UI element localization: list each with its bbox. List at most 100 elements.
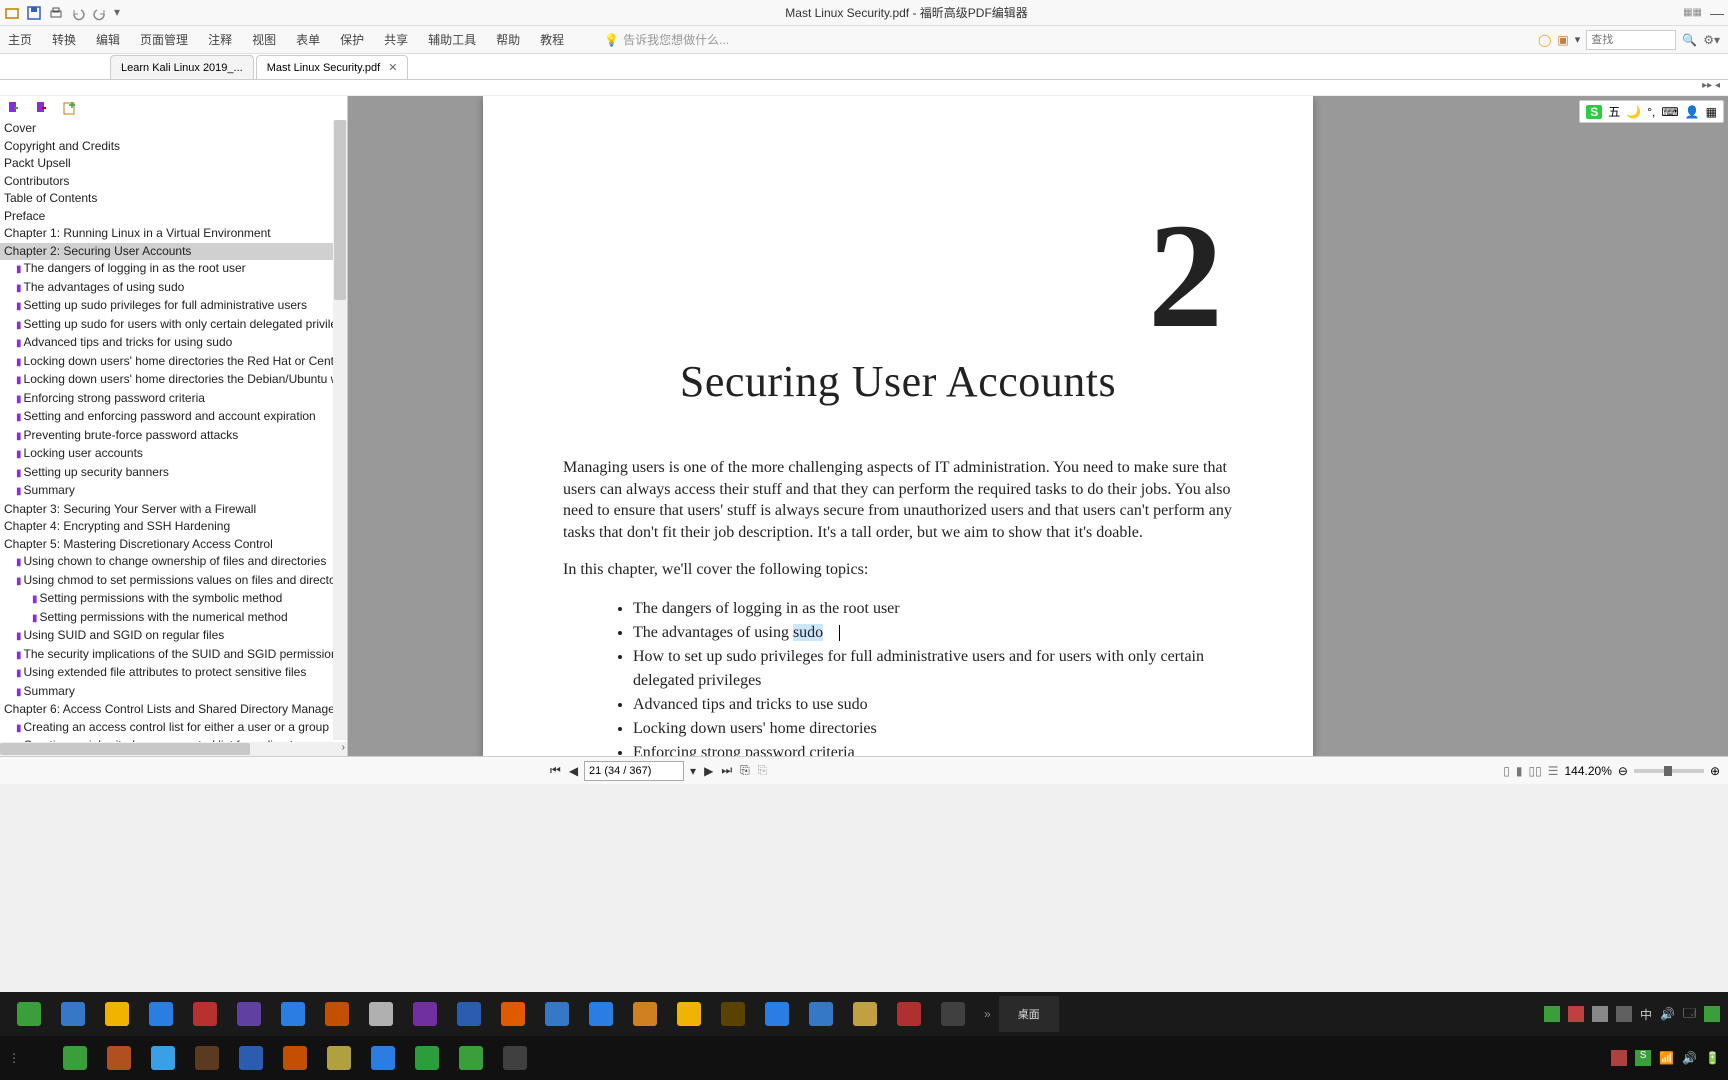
taskbar-app[interactable]	[494, 1040, 536, 1076]
bookmark-item[interactable]: ▮Using extended file attributes to prote…	[0, 664, 347, 683]
grid-icon[interactable]: ▦	[1706, 105, 1717, 119]
menu-protect[interactable]: 保护	[340, 31, 364, 48]
bookmark-item[interactable]: Chapter 6: Access Control Lists and Shar…	[0, 701, 347, 719]
view-continuous-icon[interactable]: ▮	[1516, 764, 1523, 778]
taskbar-app[interactable]	[318, 1040, 360, 1076]
menu-pages[interactable]: 页面管理	[140, 31, 188, 48]
taskbar-app[interactable]	[624, 996, 666, 1032]
input-method-icon[interactable]: 中	[1640, 1006, 1652, 1023]
bookmark-item[interactable]: Packt Upsell	[0, 155, 347, 173]
document-viewer[interactable]: 2 Securing User Accounts Managing users …	[348, 96, 1728, 756]
taskbar-app[interactable]	[140, 996, 182, 1032]
close-icon[interactable]: ✕	[388, 61, 397, 74]
undo-icon[interactable]	[70, 5, 86, 21]
bookmark-item[interactable]: Cover	[0, 120, 347, 138]
print-icon[interactable]	[48, 5, 64, 21]
menu-comment[interactable]: 注释	[208, 31, 232, 48]
panel-collapse[interactable]: ▸▸ ◂	[0, 80, 1728, 96]
bookmark-item[interactable]: Chapter 4: Encrypting and SSH Hardening	[0, 518, 347, 536]
prev-page-icon[interactable]: ◀	[567, 764, 580, 778]
bookmark-item[interactable]: ▮Setting up security banners	[0, 464, 347, 483]
taskbar-app[interactable]	[142, 1040, 184, 1076]
page-dropdown-icon[interactable]: ▾	[688, 764, 698, 778]
taskbar-app[interactable]	[52, 996, 94, 1032]
vscroll-thumb[interactable]	[334, 120, 346, 300]
ime-punct-icon[interactable]: °,	[1647, 105, 1655, 119]
taskbar-app[interactable]	[756, 996, 798, 1032]
zoom-out-icon[interactable]: ⊖	[1618, 764, 1628, 778]
share-icon[interactable]: ▣	[1557, 33, 1568, 47]
menu-accessibility[interactable]: 辅助工具	[428, 31, 476, 48]
bookmark-item[interactable]: ▮The dangers of logging in as the root u…	[0, 260, 347, 279]
bookmark-item[interactable]: ▮Locking down users' home directories th…	[0, 371, 347, 390]
next-page-icon[interactable]: ▶	[702, 764, 715, 778]
bookmark-item[interactable]: Preface	[0, 208, 347, 226]
menu-view[interactable]: 视图	[252, 31, 276, 48]
bookmark-item[interactable]: ▮Summary	[0, 482, 347, 501]
taskbar-app[interactable]	[184, 996, 226, 1032]
menu-home[interactable]: 主页	[8, 31, 32, 48]
taskbar-app[interactable]	[274, 1040, 316, 1076]
taskbar-app[interactable]	[536, 996, 578, 1032]
battery-icon[interactable]: 🔋	[1705, 1051, 1720, 1065]
taskbar-app[interactable]	[8, 996, 50, 1032]
taskbar-app[interactable]	[844, 996, 886, 1032]
taskbar-app[interactable]	[98, 1040, 140, 1076]
bookmark-item[interactable]: ▮Using chown to change ownership of file…	[0, 553, 347, 572]
last-page-icon[interactable]: ⏭	[719, 763, 734, 778]
sidebar-vscrollbar[interactable]	[333, 120, 347, 740]
taskbar-app[interactable]	[186, 1040, 228, 1076]
taskbar-app[interactable]	[450, 1040, 492, 1076]
grid-icon[interactable]: ▦▦	[1683, 7, 1702, 18]
collapse-bookmark-icon[interactable]	[34, 100, 50, 116]
new-bookmark-icon[interactable]	[62, 100, 78, 116]
search-icon[interactable]: 🔍	[1682, 33, 1697, 47]
tray-icon[interactable]	[1704, 1006, 1720, 1022]
taskbar-app[interactable]	[316, 996, 358, 1032]
bookmark-item[interactable]: ▮The security implications of the SUID a…	[0, 646, 347, 665]
page-number-input[interactable]	[584, 761, 684, 781]
network-icon[interactable]: 📶	[1659, 1051, 1674, 1065]
tray-icon[interactable]	[1568, 1006, 1584, 1022]
taskbar-app[interactable]	[712, 996, 754, 1032]
bookmark-item[interactable]: Chapter 5: Mastering Discretionary Acces…	[0, 536, 347, 554]
menu-edit[interactable]: 编辑	[96, 31, 120, 48]
hscroll-thumb[interactable]	[0, 743, 250, 755]
tray-icon[interactable]	[1611, 1050, 1627, 1066]
taskbar-app[interactable]	[580, 996, 622, 1032]
menu-tutorial[interactable]: 教程	[540, 31, 564, 48]
vertical-dots-icon[interactable]: ⋮	[8, 1051, 20, 1065]
bookmark-item[interactable]: ▮Using SUID and SGID on regular files	[0, 627, 347, 646]
bookmark-item[interactable]: ▮Summary	[0, 683, 347, 702]
redo-icon[interactable]	[92, 5, 108, 21]
expand-bookmark-icon[interactable]	[6, 100, 22, 116]
bookmark-item[interactable]: ▮Creating an access control list for eit…	[0, 719, 347, 738]
bookmark-item[interactable]: Chapter 3: Securing Your Server with a F…	[0, 501, 347, 519]
bookmark-item[interactable]: Chapter 2: Securing User Accounts	[0, 243, 347, 261]
save-icon[interactable]	[26, 5, 42, 21]
zoom-slider[interactable]	[1634, 769, 1704, 773]
bookmark-item[interactable]: Contributors	[0, 173, 347, 191]
menu-help[interactable]: 帮助	[496, 31, 520, 48]
moon-icon[interactable]: 🌙	[1626, 105, 1641, 119]
taskbar-app[interactable]	[228, 996, 270, 1032]
layout-icon2[interactable]: ⎘	[756, 763, 770, 778]
bookmark-item[interactable]: ▮Setting up sudo privileges for full adm…	[0, 297, 347, 316]
layout-icon1[interactable]: ⎘	[738, 763, 752, 778]
taskbar-app[interactable]	[362, 1040, 404, 1076]
show-desktop-button[interactable]: 桌面	[999, 996, 1059, 1032]
taskbar-overflow-icon[interactable]: »	[984, 1007, 991, 1021]
dropdown-icon[interactable]: ▾	[114, 5, 130, 21]
bookmark-item[interactable]: ▮Setting permissions with the numerical …	[0, 609, 347, 628]
find-input[interactable]	[1586, 30, 1676, 50]
battery-icon[interactable]: 🗔	[1683, 1004, 1696, 1025]
minimize-icon[interactable]: —	[1710, 5, 1724, 21]
menu-convert[interactable]: 转换	[52, 31, 76, 48]
tray-icon[interactable]	[1592, 1006, 1608, 1022]
taskbar-app[interactable]	[272, 996, 314, 1032]
tab-learn-kali[interactable]: Learn Kali Linux 2019_...	[110, 55, 254, 79]
view-single-icon[interactable]: ▯	[1503, 764, 1510, 778]
taskbar-app[interactable]	[406, 1040, 448, 1076]
keyboard-icon[interactable]: ⌨	[1661, 105, 1678, 119]
menu-form[interactable]: 表单	[296, 31, 320, 48]
